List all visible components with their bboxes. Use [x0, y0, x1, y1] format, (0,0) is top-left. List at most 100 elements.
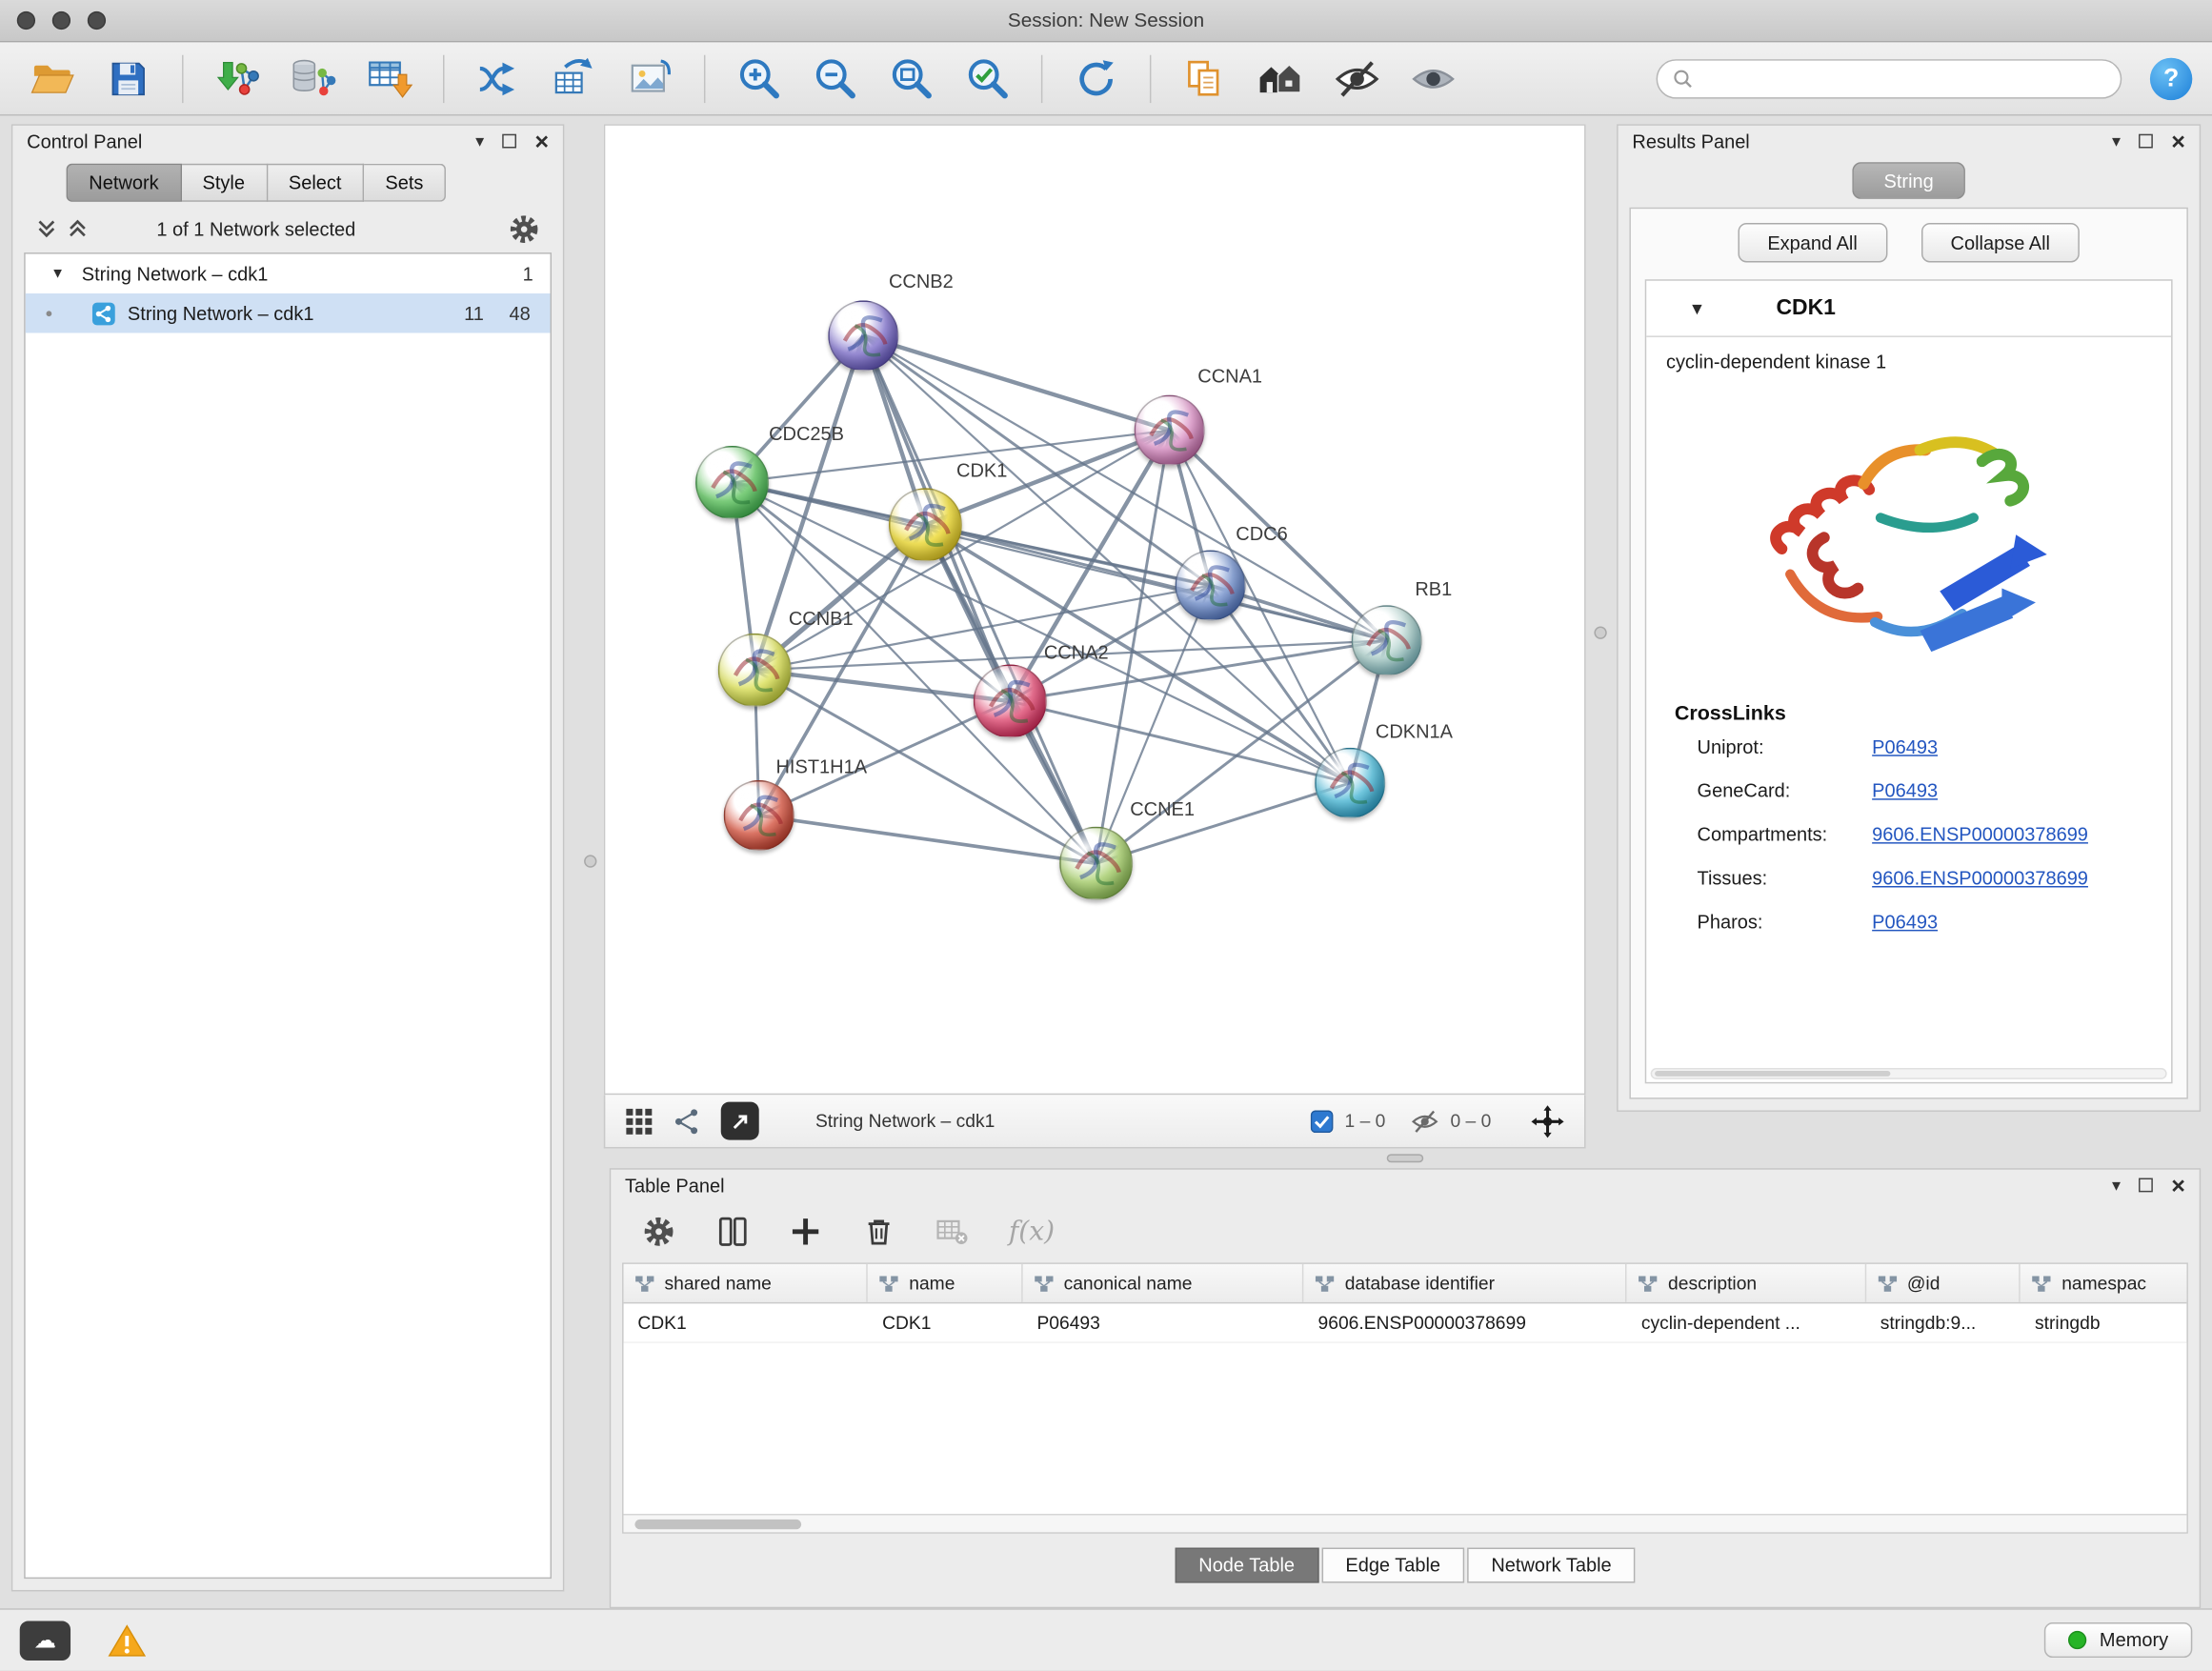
gene-card-header[interactable]: ▼ CDK1	[1646, 281, 2171, 337]
network-node-ccna2[interactable]	[974, 665, 1047, 738]
column-header-namespace[interactable]: namespac	[2021, 1264, 2186, 1302]
show-all-button[interactable]	[1401, 49, 1466, 108]
tab-select[interactable]: Select	[268, 164, 364, 202]
help-button[interactable]: ?	[2150, 57, 2192, 99]
zoom-fit-button[interactable]	[879, 49, 944, 108]
expand-all-button[interactable]: Expand All	[1738, 223, 1887, 262]
open-session-button[interactable]	[20, 49, 85, 108]
hidden-items-eye-slash-icon[interactable]	[1411, 1107, 1439, 1136]
cell-id[interactable]: stringdb:9...	[1866, 1303, 2021, 1341]
search-input[interactable]	[1704, 68, 2106, 89]
selected-nodes-checkbox-icon[interactable]	[1311, 1110, 1334, 1133]
compartments-link[interactable]: 9606.ENSP00000378699	[1872, 824, 2088, 845]
expand-all-icon[interactable]	[67, 217, 90, 240]
show-columns-icon[interactable]	[715, 1215, 750, 1249]
panel-menu-icon[interactable]: ▾	[2112, 1177, 2121, 1194]
panel-menu-icon[interactable]: ▾	[475, 132, 484, 150]
collapse-gene-icon[interactable]: ▼	[1689, 298, 1706, 318]
cell-name[interactable]: CDK1	[868, 1303, 1022, 1341]
toolbar-search[interactable]	[1657, 58, 2122, 97]
panel-menu-icon[interactable]: ▾	[2112, 132, 2121, 150]
vertical-splitter-handle[interactable]	[584, 855, 596, 867]
tab-network-table[interactable]: Network Table	[1467, 1547, 1636, 1582]
save-session-button[interactable]	[96, 49, 161, 108]
network-node-rb1[interactable]	[1352, 605, 1422, 675]
network-options-gear-icon[interactable]	[508, 212, 540, 245]
import-network-from-file-button[interactable]	[205, 49, 270, 108]
network-row-selected[interactable]: ● String Network – cdk1 11 48	[26, 293, 551, 332]
vertical-splitter-handle[interactable]	[1594, 627, 1606, 639]
node-label-rb1: RB1	[1415, 578, 1452, 599]
network-node-ccne1[interactable]	[1059, 827, 1133, 900]
tree-expanded-icon[interactable]: ▼	[50, 266, 65, 281]
attribute-icon	[2032, 1275, 2052, 1292]
scrollbar-thumb[interactable]	[634, 1520, 801, 1529]
tab-string[interactable]: String	[1852, 162, 1964, 199]
network-node-hist1h1a[interactable]	[724, 780, 794, 851]
zoom-out-button[interactable]	[803, 49, 868, 108]
tab-sets[interactable]: Sets	[364, 164, 446, 202]
cell-canonical-name[interactable]: P06493	[1023, 1303, 1304, 1341]
genecard-link[interactable]: P06493	[1872, 780, 1938, 801]
network-node-ccnb2[interactable]	[828, 300, 898, 371]
network-overview-button[interactable]	[1249, 49, 1314, 108]
tab-node-table[interactable]: Node Table	[1175, 1547, 1318, 1582]
network-node-ccnb1[interactable]	[718, 634, 792, 707]
cell-database-identifier[interactable]: 9606.ENSP00000378699	[1304, 1303, 1627, 1341]
network-node-ccna1[interactable]	[1135, 395, 1205, 466]
collapse-all-icon[interactable]	[35, 217, 58, 240]
hide-selected-button[interactable]	[1325, 49, 1390, 108]
share-network-icon[interactable]	[673, 1107, 701, 1136]
open-in-new-window-button[interactable]	[721, 1102, 759, 1140]
add-column-icon[interactable]	[789, 1215, 823, 1249]
close-panel-icon[interactable]: ×	[2171, 130, 2185, 153]
cell-description[interactable]: cyclin-dependent ...	[1627, 1303, 1866, 1341]
cell-shared-name[interactable]: CDK1	[624, 1303, 869, 1341]
column-header-canonical-name[interactable]: canonical name	[1023, 1264, 1304, 1302]
pan-crosshair-icon[interactable]	[1531, 1104, 1565, 1138]
column-header-database-identifier[interactable]: database identifier	[1304, 1264, 1627, 1302]
import-table-button[interactable]	[357, 49, 422, 108]
column-header-shared-name[interactable]: shared name	[624, 1264, 869, 1302]
table-settings-gear-icon[interactable]	[642, 1215, 676, 1249]
new-network-from-selection-button[interactable]	[466, 49, 531, 108]
tab-network[interactable]: Network	[67, 164, 182, 202]
column-header-name[interactable]: name	[868, 1264, 1022, 1302]
results-scrollbar[interactable]	[1651, 1068, 2167, 1079]
float-panel-icon[interactable]	[2139, 1178, 2153, 1193]
refresh-network-button[interactable]	[1064, 49, 1129, 108]
float-panel-icon[interactable]	[2139, 134, 2153, 149]
warnings-button[interactable]	[108, 1621, 147, 1659]
pharos-link[interactable]: P06493	[1872, 912, 1938, 933]
close-panel-icon[interactable]: ×	[2171, 1173, 2185, 1197]
network-node-cdc25b[interactable]	[695, 446, 769, 519]
cell-namespace[interactable]: stringdb	[2021, 1303, 2186, 1341]
memory-button[interactable]: Memory	[2044, 1622, 2192, 1658]
import-network-from-database-button[interactable]	[281, 49, 346, 108]
zoom-in-button[interactable]	[727, 49, 792, 108]
delete-column-trash-icon[interactable]	[862, 1215, 896, 1249]
export-image-button[interactable]	[618, 49, 683, 108]
horizontal-splitter-handle[interactable]	[1387, 1154, 1424, 1162]
export-table-button[interactable]	[542, 49, 607, 108]
column-header-id[interactable]: @id	[1866, 1264, 2021, 1302]
tissues-link[interactable]: 9606.ENSP00000378699	[1872, 868, 2088, 889]
uniprot-link[interactable]: P06493	[1872, 736, 1938, 757]
tab-style[interactable]: Style	[181, 164, 267, 202]
documents-button[interactable]	[1173, 49, 1237, 108]
close-panel-icon[interactable]: ×	[534, 130, 549, 153]
float-panel-icon[interactable]	[502, 134, 516, 149]
grid-view-icon[interactable]	[625, 1107, 654, 1136]
zoom-selected-button[interactable]	[955, 49, 1020, 108]
collapse-all-button[interactable]: Collapse All	[1920, 223, 2080, 262]
column-header-description[interactable]: description	[1627, 1264, 1866, 1302]
network-node-cdc6[interactable]	[1176, 551, 1246, 621]
network-node-cdkn1a[interactable]	[1315, 748, 1385, 818]
table-row[interactable]: CDK1 CDK1 P06493 9606.ENSP00000378699 cy…	[624, 1303, 2187, 1342]
network-collection-row[interactable]: ▼ String Network – cdk1 1	[26, 254, 551, 293]
table-horizontal-scrollbar[interactable]	[624, 1514, 2187, 1532]
cloud-button[interactable]: ☁	[20, 1621, 70, 1660]
network-node-cdk1[interactable]	[889, 488, 962, 561]
network-canvas[interactable]: CCNB2CCNA1CDC25BCDK1CDC6RB1CCNB1CCNA2CDK…	[604, 124, 1586, 1095]
tab-edge-table[interactable]: Edge Table	[1321, 1547, 1464, 1582]
